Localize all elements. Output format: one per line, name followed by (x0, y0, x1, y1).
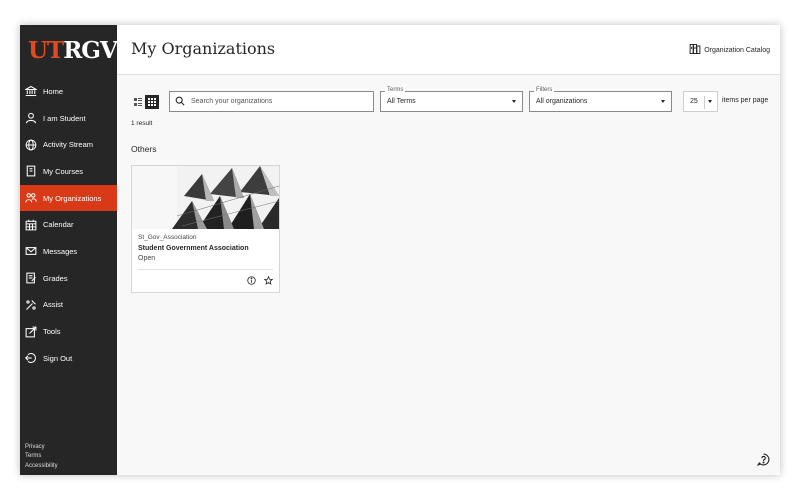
sidebar-item-label: I am Student (43, 113, 86, 123)
sign-out-icon (24, 351, 38, 365)
sidebar-item-activity-stream[interactable]: Activity Stream (20, 131, 117, 158)
chevron-down-icon (661, 100, 665, 103)
chevron-down-icon (708, 100, 712, 103)
card-divider (138, 269, 273, 270)
grid-view-icon (148, 93, 156, 111)
sidebar-item-i-am-student[interactable]: I am Student (20, 105, 117, 132)
calendar-icon (24, 218, 38, 232)
info-button[interactable] (246, 276, 256, 286)
result-count: 1 result (131, 120, 153, 127)
sidebar-nav: Home I am Student Activity Stream My Cou… (20, 78, 117, 372)
star-icon (263, 272, 273, 290)
envelope-icon (24, 244, 38, 258)
search-icon (175, 93, 191, 111)
sidebar-item-label: Activity Stream (43, 140, 94, 150)
section-title: Others (131, 144, 157, 154)
sidebar-item-grades[interactable]: Grades (20, 265, 117, 292)
organization-card[interactable]: St_Gov_Association Student Government As… (131, 165, 280, 293)
app-window: UTRGV® Home I am Student Activity Stream (20, 25, 780, 475)
items-per-page-select[interactable]: 25 (683, 91, 718, 112)
sidebar-item-label: Home (43, 86, 64, 96)
terms-link[interactable]: Terms (25, 452, 58, 462)
terms-label: Terms (385, 87, 406, 93)
sidebar-item-home[interactable]: Home (20, 78, 117, 105)
utrgv-logo[interactable]: UTRGV® (20, 25, 124, 75)
terms-select[interactable]: Terms All Terms (380, 87, 523, 112)
filters-select[interactable]: Filters All organizations (529, 87, 672, 112)
organization-code: St_Gov_Association (138, 234, 197, 241)
per-page-label: items per page (722, 97, 769, 104)
organization-status: Open (138, 255, 156, 262)
terms-value: All Terms (387, 98, 416, 105)
courses-icon (24, 164, 38, 178)
sidebar-item-label: Grades (43, 273, 68, 283)
search-box (169, 91, 374, 112)
sidebar-item-label: My Courses (43, 166, 84, 176)
sidebar-item-label: My Organizations (43, 193, 102, 203)
organization-cover-image (132, 166, 279, 229)
privacy-link[interactable]: Privacy (25, 443, 58, 453)
grades-icon (24, 271, 38, 285)
view-toggle (131, 95, 161, 109)
page-title: My Organizations (131, 39, 276, 58)
sidebar-item-assist[interactable]: Assist (20, 292, 117, 319)
catalog-icon (689, 43, 704, 57)
list-view-button[interactable] (131, 95, 145, 109)
per-page-separator (704, 96, 705, 109)
assist-icon (24, 298, 38, 312)
sidebar-item-messages[interactable]: Messages (20, 238, 117, 265)
logo-ut: UT (28, 36, 64, 64)
sidebar-item-calendar[interactable]: Calendar (20, 211, 117, 238)
sidebar-item-my-courses[interactable]: My Courses (20, 158, 117, 185)
per-page-value: 25 (690, 98, 698, 105)
organization-catalog-button[interactable]: Organization Catalog (689, 43, 770, 57)
organizations-icon (24, 191, 38, 205)
logo-rgv: RGV (63, 36, 118, 64)
sidebar-item-label: Tools (43, 327, 61, 337)
sidebar-item-my-organizations[interactable]: My Organizations (20, 184, 117, 212)
grid-view-button[interactable] (145, 95, 159, 109)
page-header: My Organizations Organization Catalog (117, 25, 780, 75)
help-icon[interactable] (757, 453, 770, 466)
favorite-button[interactable] (263, 275, 273, 286)
organization-name[interactable]: Student Government Association (138, 245, 249, 252)
sidebar-footer: Privacy Terms Accessibility (25, 443, 58, 472)
user-icon (24, 111, 38, 125)
sidebar: UTRGV® Home I am Student Activity Stream (20, 25, 124, 475)
tools-icon (24, 325, 38, 339)
globe-icon (24, 138, 38, 152)
catalog-label: Organization Catalog (704, 46, 770, 54)
institution-icon (24, 84, 38, 98)
sidebar-item-sign-out[interactable]: Sign Out (20, 345, 117, 372)
search-input[interactable] (191, 98, 361, 105)
filters-value: All organizations (536, 98, 588, 105)
chevron-down-icon (512, 100, 516, 103)
sidebar-item-label: Assist (43, 300, 64, 310)
sidebar-item-label: Sign Out (43, 353, 73, 363)
sidebar-item-tools[interactable]: Tools (20, 318, 117, 345)
sidebar-item-label: Calendar (43, 220, 74, 230)
sidebar-item-label: Messages (43, 246, 78, 256)
list-view-icon (134, 93, 142, 111)
accessibility-link[interactable]: Accessibility (25, 462, 58, 472)
filters-label: Filters (534, 87, 555, 93)
info-icon (246, 272, 256, 290)
